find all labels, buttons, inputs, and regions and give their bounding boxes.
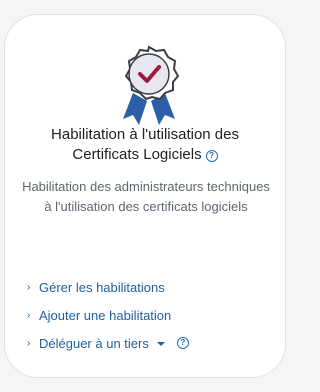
- link-label[interactable]: Gérer les habilitations: [39, 280, 165, 295]
- link-label[interactable]: Ajouter une habilitation: [39, 308, 171, 323]
- add-habilitation-link[interactable]: › Ajouter une habilitation: [27, 301, 189, 329]
- card-title-line2: Certificats Logiciels: [72, 146, 202, 163]
- card-title: Habilitation à l'utilisation des Certifi…: [5, 125, 285, 165]
- chevron-right-icon: ›: [27, 281, 31, 293]
- certificate-badge-icon: [123, 45, 180, 125]
- chevron-right-icon: ›: [27, 337, 31, 349]
- link-label[interactable]: Déléguer à un tiers: [39, 336, 149, 351]
- delegate-third-party-link[interactable]: › Déléguer à un tiers ?: [27, 329, 189, 357]
- card-description: Habilitation des administrateurs techniq…: [22, 179, 270, 214]
- chevron-right-icon: ›: [27, 309, 31, 321]
- caret-down-icon[interactable]: [156, 342, 165, 346]
- manage-habilitations-link[interactable]: › Gérer les habilitations: [27, 273, 189, 301]
- card-title-line1: Habilitation à l'utilisation des: [51, 126, 239, 143]
- help-icon[interactable]: ?: [205, 150, 218, 162]
- certificate-card: Habilitation à l'utilisation des Certifi…: [4, 14, 286, 378]
- help-icon[interactable]: ?: [176, 337, 189, 349]
- card-links: › Gérer les habilitations › Ajouter une …: [27, 273, 189, 357]
